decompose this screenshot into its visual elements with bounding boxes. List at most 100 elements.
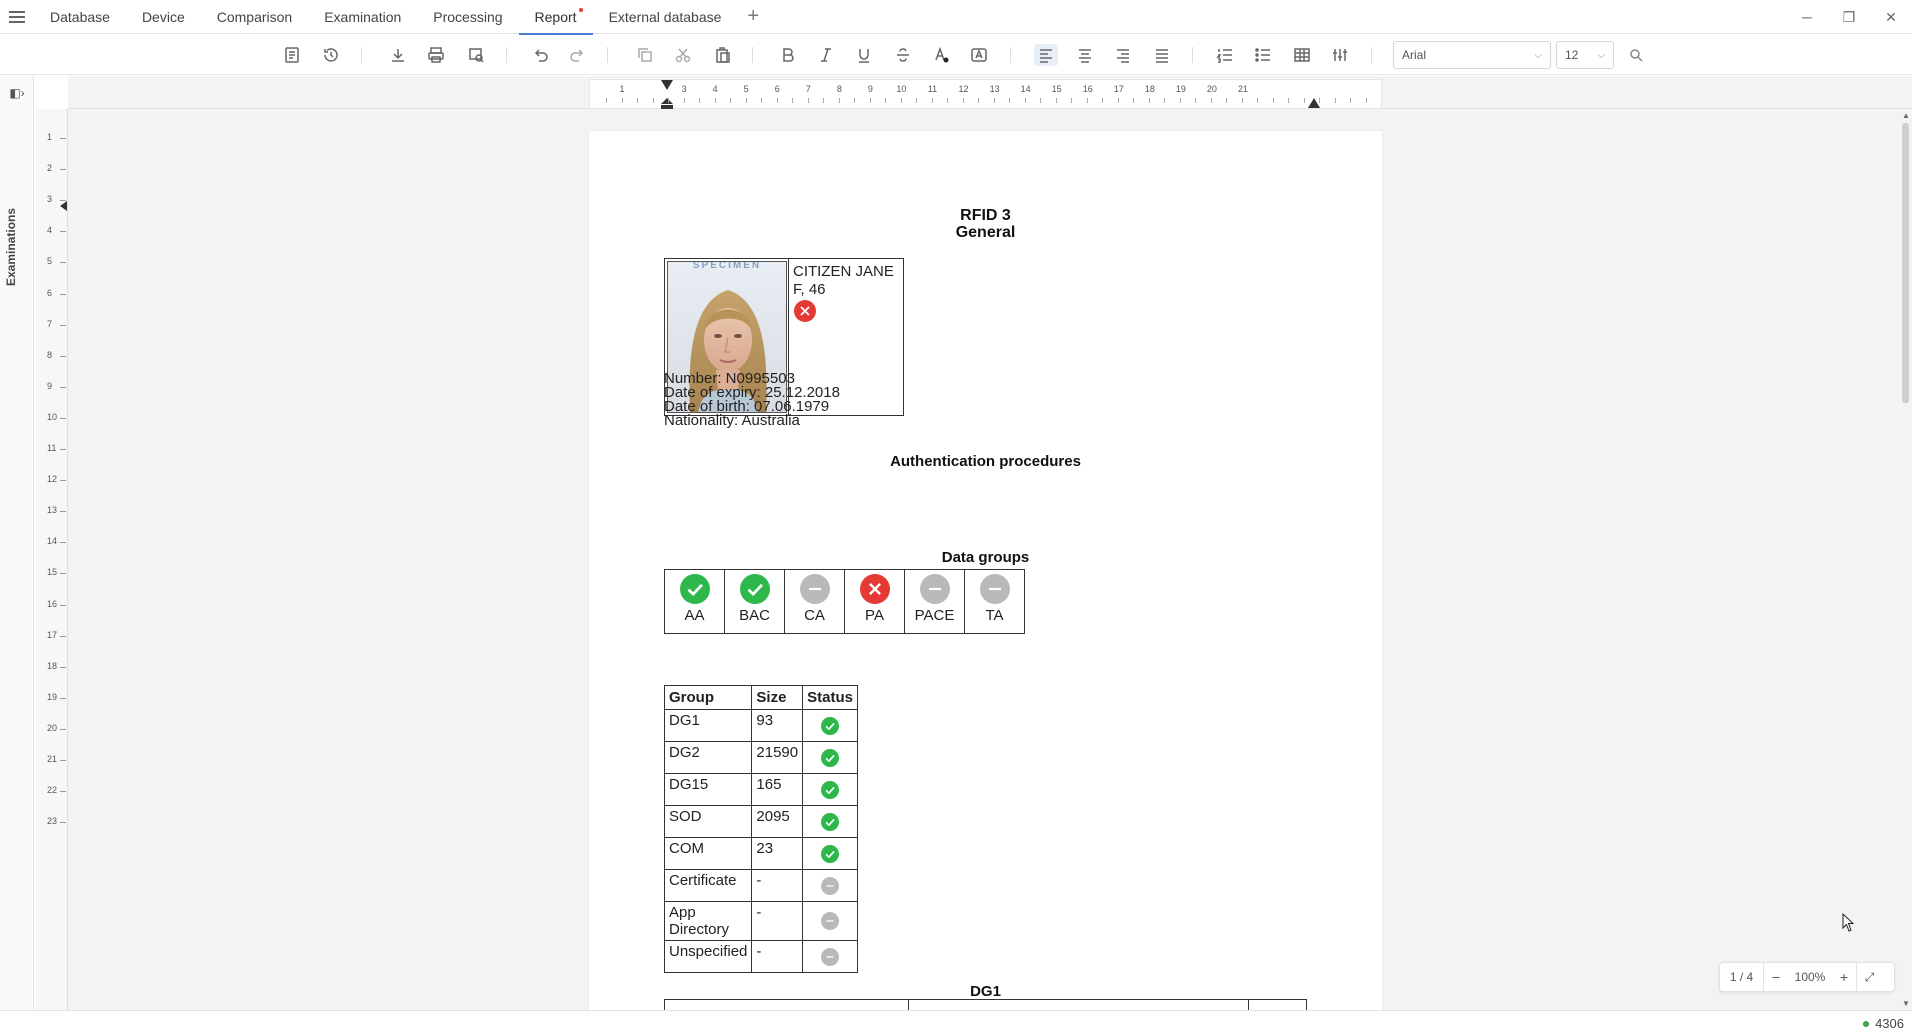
ruler-tick: [60, 760, 66, 761]
underline-icon[interactable]: [852, 44, 876, 66]
document-icon[interactable]: [280, 44, 304, 66]
font-family-value: Arial: [1402, 48, 1427, 62]
ruler-tick: [1009, 98, 1010, 103]
tab-examination[interactable]: Examination: [308, 0, 417, 34]
print-preview-icon[interactable]: [464, 44, 488, 66]
photo-watermark: SPECIMEN: [692, 261, 762, 271]
ruler-number: 15: [1051, 84, 1062, 94]
dg-status-ok-icon: [802, 837, 858, 870]
auth-label: PACE: [914, 607, 955, 624]
auth-none-icon: [965, 574, 1024, 604]
ruler-tick: [60, 635, 66, 637]
table-row: DG1 93: [663, 709, 858, 742]
ruler-number: 1: [619, 84, 625, 94]
download-icon[interactable]: [386, 44, 410, 66]
minimize-icon[interactable]: ─: [1786, 0, 1828, 34]
search-icon[interactable]: [1624, 44, 1648, 66]
vertical-scrollbar[interactable]: ▲ ▼: [1899, 109, 1912, 1010]
ruler-tick: [60, 697, 66, 699]
italic-icon[interactable]: [814, 44, 838, 66]
align-left-icon[interactable]: [1034, 44, 1058, 66]
vertical-ruler-marker[interactable]: [60, 201, 67, 211]
fullscreen-icon[interactable]: ⤢: [1856, 962, 1882, 992]
copy-icon[interactable]: [633, 44, 657, 66]
zoom-in-button[interactable]: +: [1832, 969, 1856, 985]
ruler-tick: [931, 98, 933, 103]
ruler-tick: [1334, 98, 1336, 103]
align-right-icon[interactable]: [1111, 44, 1135, 66]
history-icon[interactable]: [319, 44, 343, 66]
tab-processing[interactable]: Processing: [417, 0, 518, 34]
ruler-tick: [60, 573, 66, 575]
redo-icon[interactable]: [566, 44, 590, 66]
tab-report[interactable]: Report: [518, 0, 593, 35]
auth-ok-icon: [725, 574, 784, 604]
horizontal-ruler[interactable]: 1 3 4 5 6 7 8 9 10 11 12 13 14 15 16 17 18 19 20 21: [589, 79, 1382, 110]
ruler-number: 3: [47, 194, 53, 205]
tab-comparison[interactable]: Comparison: [201, 0, 308, 34]
ruler-tick: [1071, 98, 1072, 103]
auth-procedures-table: AA BAC CA PA PACE TA: [664, 569, 1025, 634]
add-tab-icon[interactable]: +: [737, 5, 769, 28]
tab-report-label: Report: [534, 8, 577, 25]
restore-icon[interactable]: ❐: [1828, 0, 1870, 34]
align-justify-icon[interactable]: [1150, 44, 1174, 66]
font-size-value: 12: [1565, 48, 1579, 62]
tab-database[interactable]: Database: [34, 0, 126, 34]
align-center-icon[interactable]: [1073, 44, 1097, 66]
ruler-number: 19: [47, 691, 58, 702]
text-box-icon[interactable]: [967, 44, 991, 66]
scrollbar-thumb[interactable]: [1902, 123, 1909, 403]
holder-sex-age: F, 46: [793, 281, 826, 298]
unsaved-indicator-dot: [578, 7, 583, 12]
menu-bar: Database Device Comparison Examination P…: [0, 0, 1912, 35]
ruler-tick: [637, 98, 638, 103]
holder-name: CITIZEN JANE: [793, 263, 894, 280]
ruler-tick: [1086, 98, 1088, 103]
holder-status-fail-icon: [794, 300, 816, 327]
ruler-number: 9: [47, 380, 53, 391]
scroll-up-icon[interactable]: ▲: [1902, 111, 1910, 120]
font-size-select[interactable]: 12 ⌵: [1556, 41, 1614, 69]
dg-group-cell: App Directory: [663, 901, 753, 941]
cut-icon[interactable]: [671, 44, 695, 66]
dg-status-none-icon: [802, 940, 858, 973]
table-row: DG15 165: [663, 773, 858, 806]
report-title: RFID 3: [960, 207, 1011, 224]
paste-icon[interactable]: [711, 44, 735, 66]
close-icon[interactable]: ✕: [1870, 0, 1912, 34]
ruler-number: 20: [1206, 84, 1217, 94]
ruler-number: 22: [47, 785, 58, 796]
ruler-tick: [60, 511, 66, 513]
scroll-down-icon[interactable]: ▼: [1902, 999, 1910, 1008]
print-icon[interactable]: [424, 44, 448, 66]
table-icon[interactable]: [1290, 44, 1314, 66]
data-groups-title: Data groups: [941, 549, 1030, 566]
sidebar-toggle-icon[interactable]: ◧›: [8, 85, 26, 101]
tab-device[interactable]: Device: [126, 0, 201, 34]
font-family-select[interactable]: Arial ⌵: [1393, 41, 1551, 69]
report-page[interactable]: RFID 3 General SPECIMEN CITIZEN JANE F, …: [589, 131, 1382, 1031]
hamburger-menu-icon[interactable]: [0, 0, 34, 34]
ruler-number: 16: [47, 598, 58, 609]
tab-external-database[interactable]: External database: [593, 0, 738, 34]
ruler-tick: [60, 542, 66, 544]
ruler-number: 1: [47, 132, 53, 142]
ruler-tick: [900, 98, 902, 103]
zoom-out-button[interactable]: −: [1764, 969, 1788, 985]
vertical-ruler[interactable]: 1 2 3 4 5 6 7 8 9 10 11 12 13 14 15 16 17 18 19 20 21 22 23: [35, 109, 68, 1010]
text-color-icon[interactable]: [929, 44, 953, 66]
auth-none-icon: [785, 574, 844, 604]
bullet-list-icon[interactable]: [1251, 44, 1275, 66]
undo-icon[interactable]: [528, 44, 552, 66]
ruler-number: 17: [47, 629, 58, 640]
numbered-list-icon[interactable]: [1213, 44, 1237, 66]
strikethrough-icon[interactable]: [891, 44, 915, 66]
bold-icon[interactable]: [776, 44, 800, 66]
ruler-tick: [1319, 98, 1320, 103]
examinations-panel-tab[interactable]: Examinations: [4, 208, 18, 286]
ruler-tick: [885, 98, 886, 103]
first-line-indent-marker[interactable]: [661, 80, 673, 90]
settings-sliders-icon[interactable]: [1328, 44, 1352, 66]
mouse-cursor-icon: [1842, 913, 1855, 932]
